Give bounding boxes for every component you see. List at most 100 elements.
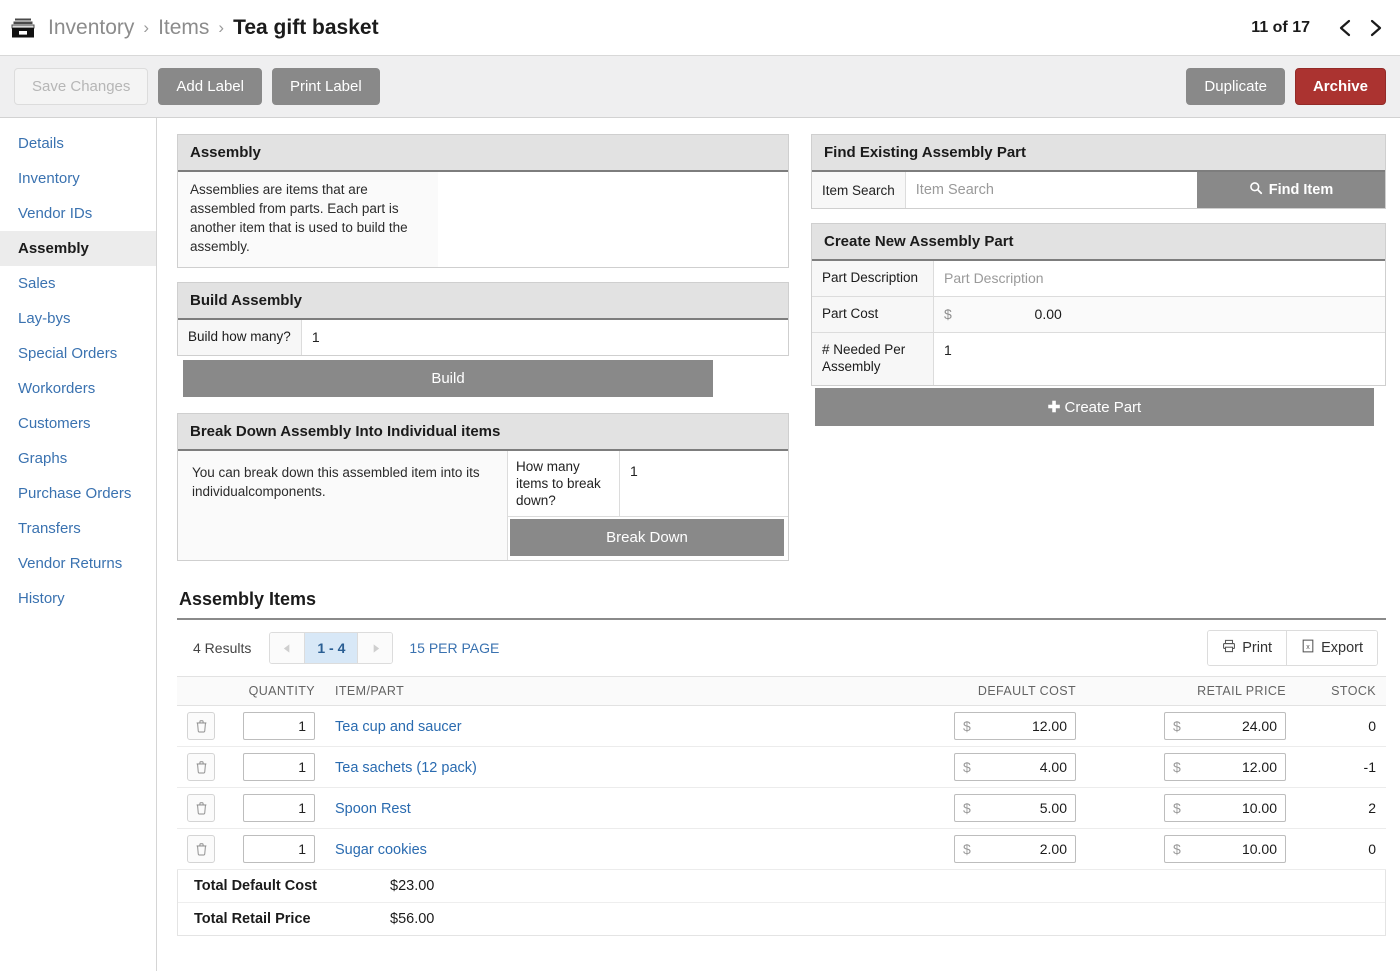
default-cost-input[interactable]: $ 5.00 [954,794,1076,823]
sidebar-item-assembly[interactable]: Assembly [0,231,156,266]
build-assembly-panel: Build Assembly Build how many? 1 [177,281,789,356]
right-column: Find Existing Assembly Part Item Search … [811,134,1386,426]
trash-icon[interactable] [187,794,215,823]
print-button[interactable]: Print [1208,631,1287,666]
column-header-retail-price: RETAIL PRICE [1086,677,1296,707]
retail-price-input[interactable]: $ 10.00 [1164,835,1286,864]
duplicate-button[interactable]: Duplicate [1186,67,1285,106]
part-cost-field[interactable]: $ 0.00 [934,296,1385,332]
part-description-field[interactable]: Part Description [934,261,1385,296]
assembly-panel-title: Assembly [178,135,788,172]
export-button[interactable]: x Export [1286,631,1377,666]
create-part-button-label: Create Part [1064,398,1142,416]
save-changes-button[interactable]: Save Changes [14,67,149,106]
add-label-button[interactable]: Add Label [158,67,262,106]
caret-right-icon[interactable] [358,633,393,664]
breakdown-button-wrap: Break Down [508,517,788,560]
default-cost-input[interactable]: $ 12.00 [954,712,1076,741]
quantity-cell: 1 [233,828,325,871]
currency-symbol: $ [944,305,952,322]
sidebar-item-transfers[interactable]: Transfers [0,511,156,546]
item-search-input[interactable]: Item Search [905,172,1197,208]
archive-button[interactable]: Archive [1294,67,1386,106]
retail-price-cell: $ 10.00 [1086,828,1296,871]
sidebar-item-workorders[interactable]: Workorders [0,371,156,406]
build-button-wrap: Build [181,358,789,399]
archive-box-icon [10,15,36,41]
needed-per-assembly-label: # Needed Per Assembly [812,332,934,385]
stock-value: 2 [1368,800,1376,817]
sidebar-item-special-orders[interactable]: Special Orders [0,336,156,371]
total-default-cost-value: $23.00 [390,878,435,895]
chevron-left-icon[interactable] [1334,15,1356,41]
find-existing-part-panel: Find Existing Assembly Part Item Search … [811,134,1386,209]
quantity-input[interactable]: 1 [243,835,315,864]
default-cost-value: 4.00 [1039,759,1067,776]
item-link[interactable]: Tea sachets (12 pack) [335,760,477,776]
sidebar-item-customers[interactable]: Customers [0,406,156,441]
breakdown-description: You can break down this assembled item i… [178,450,508,561]
needed-per-assembly-field[interactable]: 1 [934,332,1385,385]
item-link[interactable]: Spoon Rest [335,801,411,817]
trash-icon[interactable] [187,712,215,741]
sidebar-item-vendor-returns[interactable]: Vendor Returns [0,546,156,581]
breadcrumb-item-inventory[interactable]: Inventory [48,16,134,40]
sidebar-item-lay-bys[interactable]: Lay-bys [0,301,156,336]
default-cost-cell: $ 12.00 [876,705,1086,748]
chevron-right-icon[interactable] [1364,15,1386,41]
print-label-button[interactable]: Print Label [271,67,380,106]
break-down-button[interactable]: Break Down [510,519,784,557]
find-item-button[interactable]: Find Item [1197,172,1385,208]
part-cost-row: Part Cost $ 0.00 [812,296,1385,333]
part-cost-label: Part Cost [812,296,934,332]
breakdown-qty-input[interactable]: 1 [620,451,788,517]
item-cell: Tea cup and saucer [325,705,876,748]
retail-price-input[interactable]: $ 12.00 [1164,753,1286,782]
total-retail-price-value: $56.00 [390,911,435,928]
sidebar-item-history[interactable]: History [0,581,156,616]
retail-price-input[interactable]: $ 10.00 [1164,794,1286,823]
print-button-label: Print [1242,640,1273,657]
quantity-input[interactable]: 1 [243,712,315,741]
default-cost-input[interactable]: $ 2.00 [954,835,1076,864]
delete-cell [177,828,233,871]
item-link[interactable]: Sugar cookies [335,842,427,858]
column-header-default-cost: DEFAULT COST [876,677,1086,707]
build-panel-title: Build Assembly [178,282,788,320]
sidebar-item-graphs[interactable]: Graphs [0,441,156,476]
table-body: 1 Tea cup and saucer $ 12.00 $ 24.00 0 1… [177,705,1386,871]
retail-price-value: 24.00 [1241,718,1277,735]
sidebar-item-purchase-orders[interactable]: Purchase Orders [0,476,156,511]
breakdown-assembly-panel: Break Down Assembly Into Individual item… [177,412,789,562]
currency-symbol: $ [1173,759,1181,776]
create-part-button[interactable]: ✚ Create Part [815,387,1374,426]
default-cost-value: 12.00 [1031,718,1067,735]
page-range-label[interactable]: 1 - 4 [304,633,359,664]
breadcrumb-item-items[interactable]: Items [158,16,209,40]
default-cost-input[interactable]: $ 4.00 [954,753,1076,782]
part-description-label: Part Description [812,261,934,296]
assembly-items-title: Assembly Items [179,589,317,610]
build-qty-input[interactable]: 1 [301,319,788,355]
table-header-row: QUANTITY ITEM/PART DEFAULT COST RETAIL P… [177,677,1386,707]
printer-icon [1222,639,1236,657]
item-link[interactable]: Tea cup and saucer [335,719,462,735]
trash-icon[interactable] [187,753,215,782]
sidebar-item-vendor-ids[interactable]: Vendor IDs [0,196,156,231]
trash-icon[interactable] [187,835,215,864]
quantity-input[interactable]: 1 [243,794,315,823]
breakdown-controls: How many items to break down? 1 Break Do… [508,450,788,561]
caret-left-icon[interactable] [270,633,305,664]
sidebar-item-details[interactable]: Details [0,126,156,161]
build-button[interactable]: Build [183,359,713,397]
breakdown-qty-row: How many items to break down? 1 [508,450,788,518]
breadcrumb-separator: › [218,17,225,37]
per-page-selector[interactable]: 15 PER PAGE [409,640,499,656]
quantity-input[interactable]: 1 [243,753,315,782]
sidebar-item-inventory[interactable]: Inventory [0,161,156,196]
create-part-button-wrap: ✚ Create Part [815,387,1374,426]
create-new-part-panel: Create New Assembly Part Part Descriptio… [811,223,1386,386]
sidebar-item-sales[interactable]: Sales [0,266,156,301]
breadcrumb-bar: Inventory › Items › Tea gift basket 11 o… [0,0,1400,56]
retail-price-input[interactable]: $ 24.00 [1164,712,1286,741]
